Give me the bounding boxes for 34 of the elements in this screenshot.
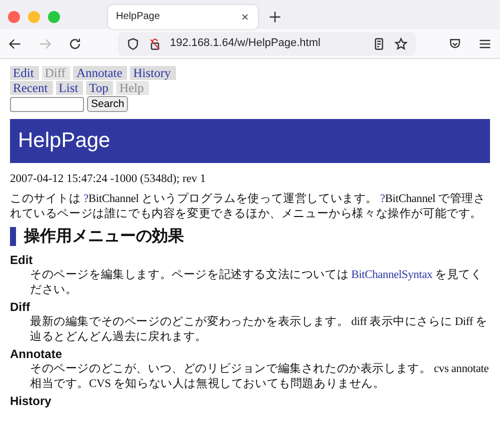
menu-link[interactable]: Top xyxy=(86,81,114,95)
browser-tab[interactable]: HelpPage xyxy=(108,4,258,28)
definition-term: Edit xyxy=(10,252,33,268)
menu-link[interactable]: History xyxy=(130,66,176,80)
wiki-link[interactable]: ? xyxy=(380,192,386,205)
menu-link[interactable]: Annotate xyxy=(73,66,128,80)
definition-term: Annotate xyxy=(10,346,62,362)
section-heading: 操作用メニューの効果 xyxy=(10,226,490,246)
timestamp-text: 2007-04-12 15:47:24 -1000 (5348d); rev 1 xyxy=(10,172,207,186)
definition-term: Diff xyxy=(10,300,30,315)
plus-icon[interactable] xyxy=(268,10,282,24)
definition-text: 最新の編集でそのページのどこが変わったかを表示します。 diff 表示中にさらに Diff を辿るとどんどん過去に戻れます。 xyxy=(30,314,488,345)
back-arrow-icon[interactable] xyxy=(8,36,22,50)
definition-text: そのページを編集します。ページを記述する文法については BitChannelSyntax を見てください。 xyxy=(30,268,484,298)
menu-link[interactable]: Recent xyxy=(10,81,53,95)
wiki-link[interactable]: BitChannelSyntax xyxy=(351,268,432,281)
wiki-link[interactable]: ? xyxy=(83,192,88,205)
definition-term: History xyxy=(10,394,52,409)
url-text: 192.168.1.64/w/HelpPage.html xyxy=(170,36,322,52)
star-icon[interactable] xyxy=(394,36,408,50)
menu-link[interactable]: Edit xyxy=(10,66,39,80)
shield-icon xyxy=(126,36,140,50)
reload-icon[interactable] xyxy=(68,36,82,50)
pocket-icon[interactable] xyxy=(448,36,462,50)
address-bar[interactable]: 192.168.1.64/w/HelpPage.html xyxy=(118,32,416,56)
search-button[interactable]: Search xyxy=(87,96,128,112)
search-field[interactable] xyxy=(10,96,84,112)
reader-view-icon[interactable] xyxy=(372,36,386,50)
definition-text: そのページのどこが、いつ、どのリビジョンで編集されたのか表示します。 cvs annotate 相当です。CVS を知らない人は無視しておいても問題ありません。 xyxy=(30,362,490,392)
lock-icon xyxy=(148,36,162,50)
menu-link[interactable]: List xyxy=(56,81,84,95)
window-control-icon[interactable] xyxy=(8,10,20,22)
intro-paragraph: このサイトは ?BitChannel というプログラムを使って運営しています。 ?BitChannel で管理されているページは誰にでも内容を変更できるほか、メニューから様々な操作が可能です。 xyxy=(10,192,486,222)
page-title-banner: HelpPage xyxy=(10,119,490,162)
